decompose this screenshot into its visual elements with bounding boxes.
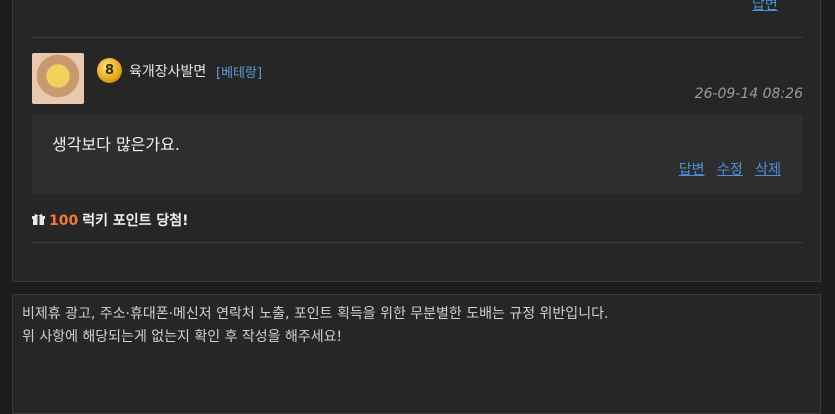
level-badge-icon: 8 (97, 58, 122, 83)
rank-badge: [베테랑] (216, 66, 263, 81)
reply-link-prev[interactable]: 답변 (752, 0, 778, 14)
comment-actions: 답변 수정 삭제 (671, 159, 781, 179)
nickname[interactable]: 육개장사발면 (129, 61, 206, 81)
avatar[interactable] (32, 53, 84, 104)
lucky-points: 100 (49, 213, 79, 229)
comment-textarea[interactable]: 비제휴 광고, 주소·휴대폰·메신저 연락처 노출, 포인트 획득을 위한 무분… (12, 294, 821, 414)
timestamp: 26-09-14 08:26 (694, 86, 803, 102)
reply-link[interactable]: 답변 (679, 162, 705, 178)
comment-text: 생각보다 많은가요. (52, 135, 180, 154)
divider (32, 242, 803, 243)
edit-link[interactable]: 수정 (717, 162, 743, 178)
compose-notice-line1: 비제휴 광고, 주소·휴대폰·메신저 연락처 노출, 포인트 획득을 위한 무분… (22, 306, 609, 322)
divider (32, 37, 803, 38)
compose-notice-line2: 위 사항에 해당되는게 없는지 확인 후 작성을 해주세요! (22, 329, 343, 345)
gift-icon (32, 213, 45, 229)
lucky-point-notice: 100 럭키 포인트 당첨! (32, 210, 189, 230)
lucky-text: 럭키 포인트 당첨! (82, 213, 189, 229)
delete-link[interactable]: 삭제 (755, 162, 781, 178)
